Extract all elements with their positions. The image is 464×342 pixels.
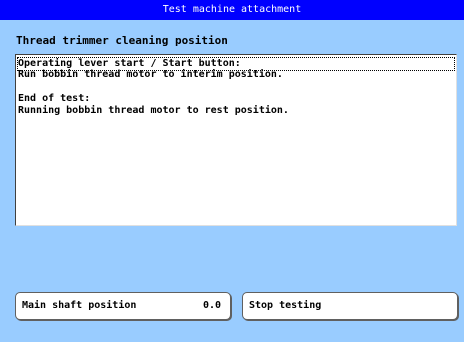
main-shaft-position-button[interactable]: Main shaft position 0.0 xyxy=(15,292,231,320)
page-heading: Thread trimmer cleaning position xyxy=(16,34,228,47)
instruction-line[interactable]: Running bobbin thread motor to rest posi… xyxy=(18,105,289,117)
window-title: Test machine attachment xyxy=(0,0,464,20)
main-shaft-position-label: Main shaft position xyxy=(22,300,137,311)
instruction-line[interactable]: Run bobbin thread motor to interim posit… xyxy=(18,69,283,81)
instruction-line[interactable]: End of test: xyxy=(18,93,90,105)
main-shaft-position-value: 0.0 xyxy=(202,300,221,311)
stop-testing-label: Stop testing xyxy=(249,300,322,311)
instruction-text-panel[interactable]: Operating lever start / Start button: Ru… xyxy=(15,54,457,226)
stop-testing-button[interactable]: Stop testing xyxy=(242,292,458,320)
